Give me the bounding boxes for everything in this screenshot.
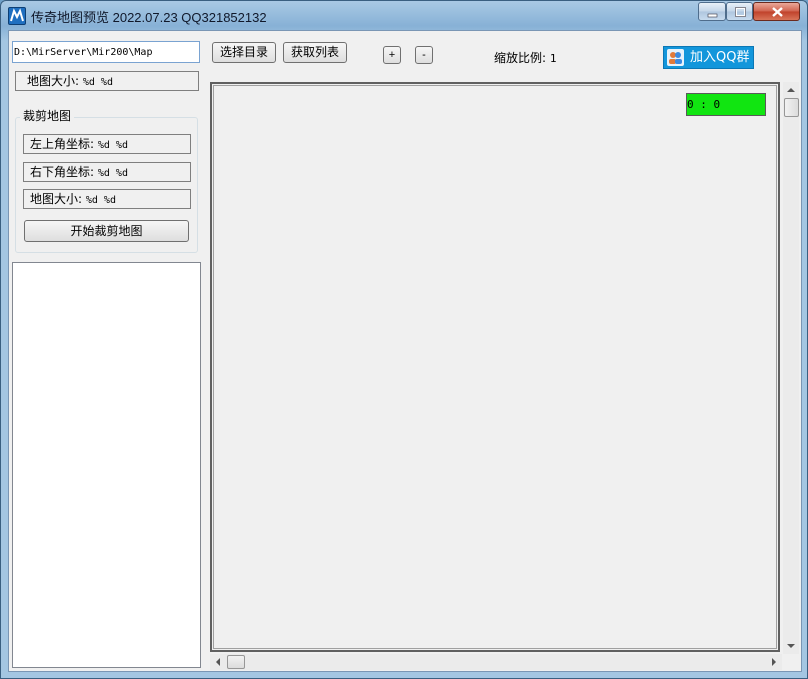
- crop-top-left-value: %d %d: [97, 140, 128, 151]
- scroll-up-arrow-icon[interactable]: [783, 82, 799, 98]
- scroll-down-arrow-icon[interactable]: [783, 638, 799, 654]
- map-size-value: %d %d: [82, 77, 113, 88]
- crop-size-label: 地图大小:: [30, 192, 83, 206]
- get-list-button[interactable]: 获取列表: [283, 42, 347, 63]
- join-qq-group-button[interactable]: 加入QQ群: [663, 46, 754, 69]
- crop-top-left-label: 左上角坐标:: [30, 137, 95, 151]
- window-title: 传奇地图预览 2022.07.23 QQ321852132: [31, 10, 267, 25]
- cursor-coordinate-display: 0 : 0: [686, 93, 766, 116]
- zoom-out-button[interactable]: -: [415, 46, 433, 64]
- horizontal-scrollbar[interactable]: [210, 654, 782, 670]
- zoom-in-button[interactable]: +: [383, 46, 401, 64]
- main-client-area: 选择目录 获取列表 + - 缩放比例: 1 加入QQ群 地图大小: %d %d …: [8, 30, 802, 672]
- app-window: 传奇地图预览 2022.07.23 QQ321852132 选择目录 获取列表 …: [0, 0, 808, 679]
- crop-top-left-box: 左上角坐标: %d %d: [23, 134, 191, 154]
- map-size-label: 地图大小:: [27, 74, 80, 88]
- map-path-input[interactable]: [12, 41, 200, 63]
- scroll-left-arrow-icon[interactable]: [210, 654, 226, 670]
- crop-size-value: %d %d: [85, 195, 116, 206]
- crop-bottom-right-label: 右下角坐标:: [30, 165, 95, 179]
- qq-users-icon: [667, 49, 684, 66]
- horizontal-scroll-thumb[interactable]: [227, 655, 245, 669]
- join-qq-group-label: 加入QQ群: [690, 50, 750, 65]
- vertical-scroll-thumb[interactable]: [784, 98, 799, 117]
- crop-map-group-title: 裁剪地图: [20, 108, 75, 124]
- zoom-scale-value: 1: [549, 52, 557, 65]
- app-logo-icon: [8, 7, 26, 25]
- close-button[interactable]: [753, 2, 800, 21]
- crop-bottom-right-value: %d %d: [97, 168, 128, 179]
- scroll-right-arrow-icon[interactable]: [766, 654, 782, 670]
- select-directory-button[interactable]: 选择目录: [212, 42, 276, 63]
- crop-bottom-right-box: 右下角坐标: %d %d: [23, 162, 191, 182]
- maximize-button[interactable]: [726, 2, 753, 21]
- map-preview-canvas[interactable]: [210, 82, 780, 652]
- title-bar[interactable]: 传奇地图预览 2022.07.23 QQ321852132: [1, 1, 807, 30]
- zoom-scale-label: 缩放比例:: [494, 51, 547, 65]
- crop-size-box: 地图大小: %d %d: [23, 189, 191, 209]
- map-size-box: 地图大小: %d %d: [15, 71, 199, 91]
- start-crop-button[interactable]: 开始裁剪地图: [24, 220, 189, 242]
- map-list[interactable]: [12, 262, 201, 668]
- minimize-button[interactable]: [698, 2, 726, 21]
- vertical-scrollbar[interactable]: [783, 82, 799, 654]
- zoom-scale-display: 缩放比例: 1: [494, 49, 557, 66]
